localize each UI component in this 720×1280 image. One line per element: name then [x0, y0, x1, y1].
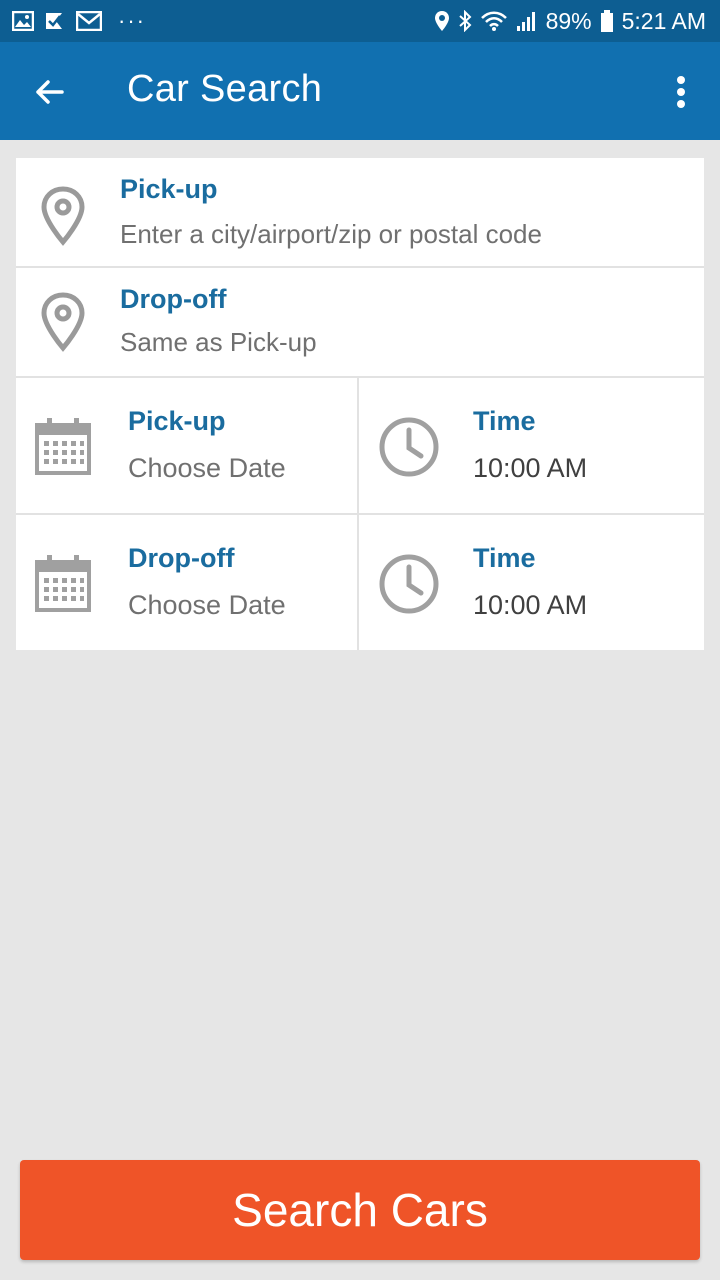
- pickup-time-value: 10:00 AM: [473, 453, 588, 483]
- app-bar: Car Search: [0, 42, 720, 140]
- status-bar-left: ···: [12, 8, 146, 34]
- dropoff-time-field[interactable]: Time 10:00 AM: [360, 515, 704, 650]
- wifi-icon: [480, 11, 507, 31]
- bluetooth-icon: [458, 10, 472, 32]
- pickup-location-field[interactable]: Pick-up Enter a city/airport/zip or post…: [16, 158, 704, 268]
- pickup-location-input[interactable]: Enter a city/airport/zip or postal code: [120, 219, 542, 250]
- more-vert-icon: [677, 76, 685, 108]
- battery-icon: [600, 10, 613, 32]
- gmail-icon: [76, 11, 102, 31]
- dropoff-time-label: Time: [473, 543, 536, 573]
- battery-percent: 89%: [545, 7, 592, 34]
- status-bar-right: 89% 5:21 AM: [434, 8, 706, 35]
- dropoff-date-field[interactable]: Drop-off Choose Date: [16, 515, 359, 650]
- pickup-date-value: Choose Date: [128, 453, 286, 483]
- dropoff-location-field[interactable]: Drop-off Same as Pick-up: [16, 268, 704, 378]
- pickup-datetime-row: Pick-up Choose Date Time 10:00 AM: [16, 378, 704, 515]
- more-notifications-icon: ···: [118, 8, 146, 33]
- clock-icon: [379, 554, 439, 614]
- checkmark-icon: [46, 13, 62, 29]
- pickup-date-label: Pick-up: [128, 406, 226, 436]
- location-pin-icon: [41, 186, 85, 246]
- pickup-time-field[interactable]: Time 10:00 AM: [360, 378, 704, 513]
- overflow-menu-button[interactable]: [664, 72, 698, 112]
- pickup-location-label: Pick-up: [120, 174, 218, 204]
- back-button[interactable]: [30, 72, 70, 112]
- location-icon: [434, 11, 449, 31]
- dropoff-datetime-row: Drop-off Choose Date Time 10:00 AM: [16, 515, 704, 652]
- search-cars-button[interactable]: Search Cars: [20, 1160, 700, 1260]
- dropoff-time-value: 10:00 AM: [473, 590, 588, 620]
- calendar-icon: [35, 418, 91, 475]
- pickup-time-label: Time: [473, 406, 536, 436]
- dropoff-date-label: Drop-off: [128, 543, 235, 573]
- arrow-left-icon: [36, 80, 64, 104]
- status-bar: ··· 89% 5:21 AM: [0, 0, 720, 42]
- clock-time: 5:21 AM: [621, 7, 706, 34]
- dropoff-date-value: Choose Date: [128, 590, 286, 620]
- pickup-date-field[interactable]: Pick-up Choose Date: [16, 378, 359, 513]
- gallery-icon: [12, 11, 34, 31]
- search-form-card: Pick-up Enter a city/airport/zip or post…: [16, 158, 704, 650]
- page-title: Car Search: [127, 68, 323, 110]
- calendar-icon: [35, 555, 91, 612]
- dropoff-location-label: Drop-off: [120, 284, 227, 314]
- signal-icon: [516, 12, 535, 31]
- clock-icon: [379, 417, 439, 477]
- location-pin-icon: [41, 292, 85, 352]
- dropoff-location-value[interactable]: Same as Pick-up: [120, 327, 317, 358]
